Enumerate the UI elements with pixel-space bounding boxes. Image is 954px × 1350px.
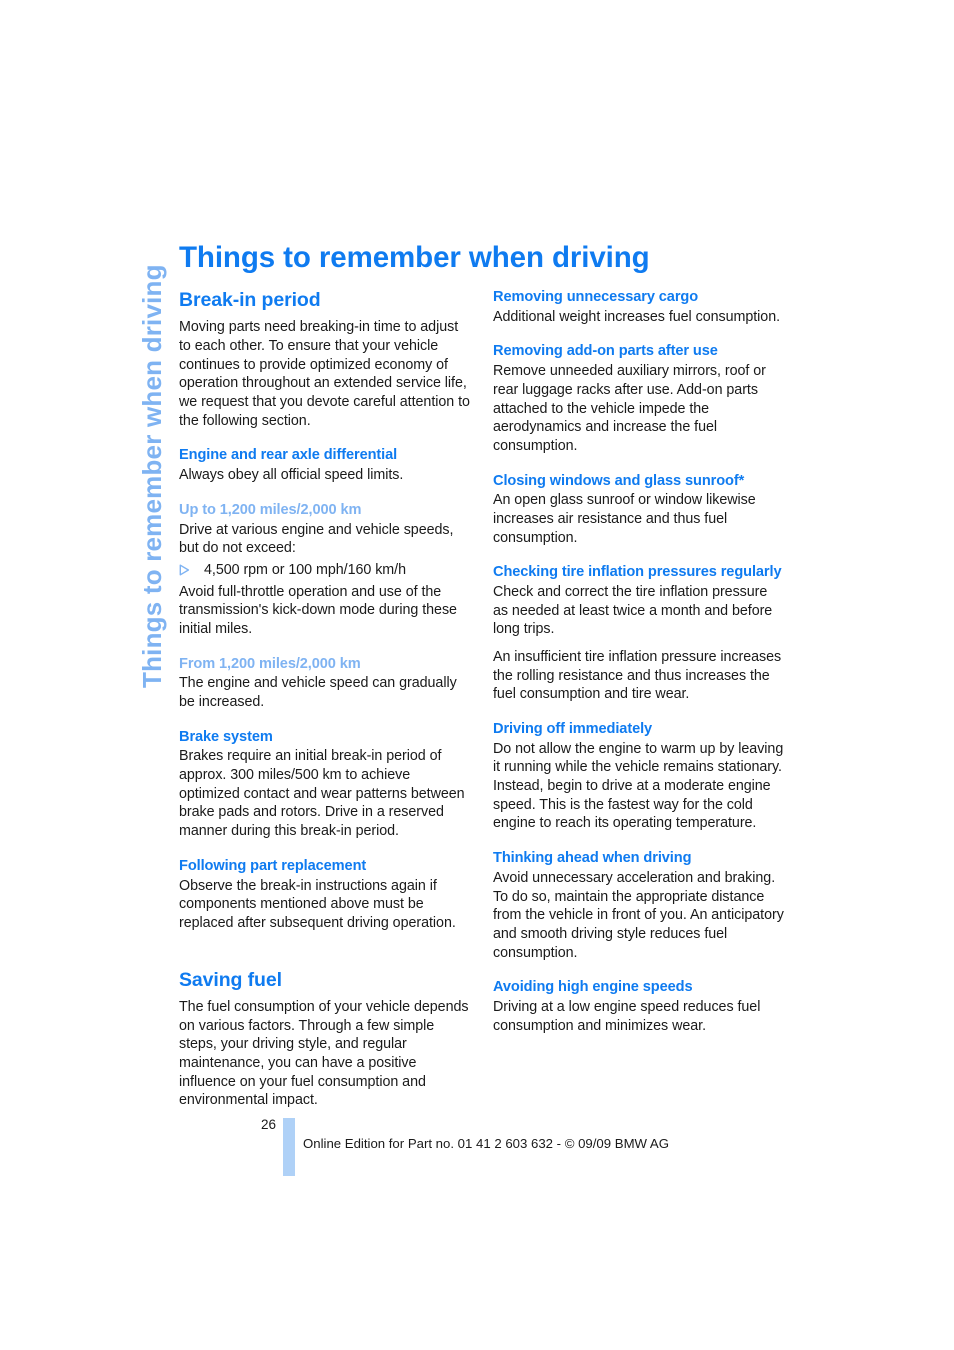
list-item: 4,500 rpm or 100 mph/160 km/h xyxy=(179,561,470,580)
engine-rear-axle-text: Always obey all official speed limits. xyxy=(179,467,404,484)
subheading-engine-rear-axle-differential: Engine and rear axle differential xyxy=(179,447,398,464)
up-to-1200-text: Drive at various engine and vehicle spee… xyxy=(179,521,454,557)
up-to-1200-after-bullet-text: Avoid full-throttle operation and use of… xyxy=(179,583,457,637)
removing-cargo-text: Additional weight increases fuel consump… xyxy=(493,308,781,325)
page-title: Things to remember when driving xyxy=(179,240,650,274)
right-column: Removing unnecessary cargo Additional we… xyxy=(493,289,784,1110)
page-footer: 26 Online Edition for Part no. 01 41 2 6… xyxy=(179,1110,785,1182)
page-canvas: Things to remember when driving Things t… xyxy=(0,0,954,1350)
subheading-checking-tire-inflation-pressures: Checking tire inflation pressures regula… xyxy=(493,564,782,581)
imprint-text: Online Edition for Part no. 01 41 2 603 … xyxy=(303,1136,669,1151)
subheading-avoiding-high-engine-speeds: Avoiding high engine speeds xyxy=(493,979,693,996)
checking-tire-pressure-text-2: An insufficient tire inflation pressure … xyxy=(493,649,782,703)
subheading-following-part-replacement: Following part replacement xyxy=(179,857,367,874)
subheading-removing-unnecessary-cargo: Removing unnecessary cargo xyxy=(493,289,699,305)
page-number: 26 xyxy=(261,1117,277,1132)
removing-add-on-parts-text: Remove unneeded auxiliary mirrors, roof … xyxy=(493,363,766,454)
subheading-from-1200-miles: From 1,200 miles/2,000 km xyxy=(179,655,361,672)
triangle-right-outline-icon xyxy=(179,561,192,576)
driving-off-immediately-text: Do not allow the engine to warm up by le… xyxy=(493,740,784,832)
subheading-removing-add-on-parts: Removing add-on parts after use xyxy=(493,343,718,360)
subheading-thinking-ahead-when-driving: Thinking ahead when driving xyxy=(493,850,692,867)
left-column: Break-in period Moving parts need breaki… xyxy=(179,289,470,1110)
thinking-ahead-text: Avoid unnecessary acceleration and braki… xyxy=(493,869,784,961)
break-in-intro-text: Moving parts need breaking-in time to ad… xyxy=(179,319,470,429)
subheading-closing-windows-glass-sunroof: Closing windows and glass sunroof* xyxy=(493,472,745,489)
content-columns: Break-in period Moving parts need breaki… xyxy=(179,289,785,1110)
saving-fuel-intro-text: The fuel consumption of your vehicle dep… xyxy=(179,998,469,1109)
subheading-brake-system: Brake system xyxy=(179,728,273,745)
subheading-up-to-1200-miles: Up to 1,200 miles/2,000 km xyxy=(179,501,362,518)
checking-tire-pressure-text-1: Check and correct the tire inflation pre… xyxy=(493,584,773,638)
from-1200-text: The engine and vehicle speed can gradual… xyxy=(179,675,457,710)
following-part-replacement-text: Observe the break-in instructions again … xyxy=(179,877,456,931)
list-item-label: 4,500 rpm or 100 mph/160 km/h xyxy=(204,561,406,578)
closing-windows-text: An open glass sunroof or window likewise… xyxy=(493,492,756,546)
brake-system-text: Brakes require an initial break-in perio… xyxy=(179,748,465,840)
section-heading-saving-fuel: Saving fuel xyxy=(179,968,282,991)
avoiding-high-engine-speeds-text: Driving at a low engine speed reduces fu… xyxy=(493,998,761,1034)
section-heading-break-in-period: Break-in period xyxy=(179,289,321,311)
folio-accent-bar xyxy=(283,1118,295,1176)
subheading-driving-off-immediately: Driving off immediately xyxy=(493,721,653,738)
running-head-vertical: Things to remember when driving xyxy=(132,228,172,688)
running-head-label: Things to remember when driving xyxy=(137,264,167,688)
